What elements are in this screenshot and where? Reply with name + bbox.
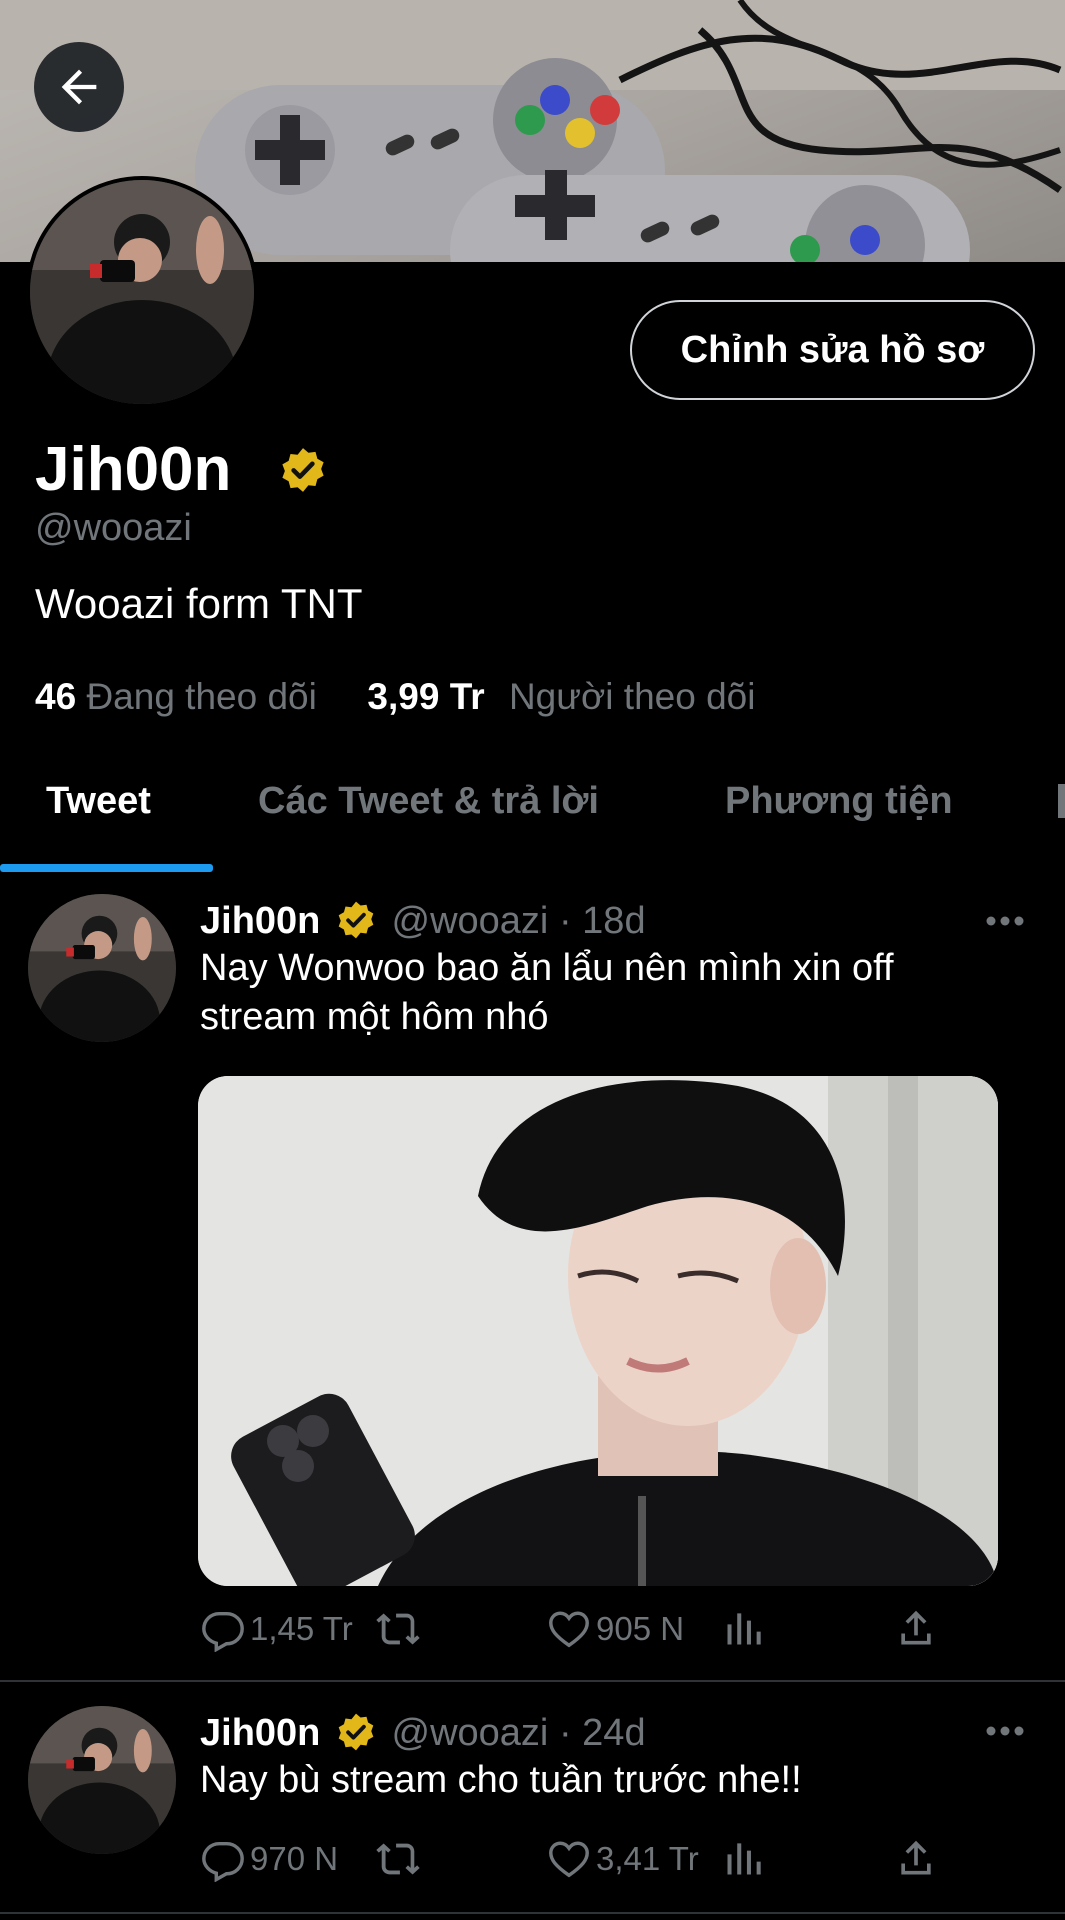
- active-tab-indicator: [0, 864, 213, 872]
- share-button[interactable]: [894, 1606, 942, 1650]
- following-count: 46: [35, 676, 77, 717]
- photo-image: [198, 1076, 998, 1586]
- tweet-handle: @wooazi: [391, 1712, 549, 1754]
- tweet-actions: 970 N 3,41 Tr: [0, 1836, 1065, 1892]
- reply-count: 1,45 Tr: [250, 1610, 353, 1647]
- tweet-separator: ·: [558, 900, 572, 942]
- tab-tweets-replies[interactable]: Các Tweet & trả lời: [258, 780, 599, 823]
- views-button[interactable]: [722, 1606, 770, 1650]
- more-options-icon[interactable]: [985, 1724, 1025, 1738]
- tweet-text: Nay Wonwoo bao ăn lẩu nên mình xin off s…: [200, 947, 894, 1038]
- profile-bio: Wooazi form TNT: [35, 580, 363, 627]
- tweet-divider: [0, 1912, 1065, 1914]
- reply-button[interactable]: 970 N: [200, 1836, 338, 1882]
- tweet-text: Nay bù stream cho tuần trước nhe!!: [200, 1759, 802, 1801]
- followers-count: 3,99 Tr: [367, 676, 485, 717]
- share-button[interactable]: [894, 1836, 942, 1880]
- verified-badge-icon: [282, 448, 324, 492]
- tab-tweets[interactable]: Tweet: [46, 780, 151, 823]
- verified-badge-icon: [338, 1713, 374, 1751]
- retweet-button[interactable]: [372, 1606, 428, 1652]
- like-button[interactable]: 905 N: [546, 1606, 684, 1652]
- profile-name: Jih00n: [35, 435, 232, 504]
- following-label: Đang theo dõi: [86, 676, 317, 717]
- tweet-header: Jih00n @wooazi · 24d: [200, 1710, 646, 1756]
- following-link[interactable]: 46 Đang theo dõi: [35, 676, 327, 717]
- retweet-button[interactable]: [372, 1836, 428, 1882]
- tweet-handle: @wooazi: [391, 900, 549, 942]
- reply-icon: [202, 1611, 244, 1652]
- tweet-separator: ·: [558, 1712, 572, 1754]
- reply-button[interactable]: 1,45 Tr: [200, 1606, 353, 1652]
- retweet-icon: [376, 1613, 420, 1645]
- reply-icon: [202, 1841, 244, 1882]
- tweet-item[interactable]: Jih00n @wooazi · 24d Nay bù stream cho t…: [0, 1682, 1065, 1918]
- followers-link[interactable]: 3,99 Tr Người theo dõi: [367, 676, 755, 717]
- reply-count: 970 N: [250, 1840, 339, 1877]
- edit-profile-button[interactable]: Chỉnh sửa hồ sơ: [630, 300, 1035, 400]
- tweet-avatar[interactable]: [28, 1706, 176, 1854]
- profile-handle: @wooazi: [35, 507, 192, 549]
- tweet-actions: 1,45 Tr 905 N: [0, 1606, 1065, 1662]
- back-button[interactable]: [34, 42, 124, 132]
- avatar-image: [28, 894, 176, 1042]
- heart-icon: [549, 1841, 589, 1878]
- analytics-icon: [727, 1843, 761, 1875]
- more-options-icon[interactable]: [985, 914, 1025, 928]
- analytics-icon: [727, 1613, 761, 1645]
- share-icon: [901, 1610, 931, 1645]
- verified-badge-icon: [338, 901, 374, 939]
- views-button[interactable]: [722, 1836, 770, 1880]
- tab-media[interactable]: Phương tiện: [725, 780, 953, 823]
- heart-icon: [549, 1611, 589, 1648]
- tab-overflow-edge: [1058, 784, 1065, 818]
- tweet-avatar[interactable]: [28, 894, 176, 1042]
- followers-label: Người theo dõi: [508, 676, 756, 717]
- arrow-left-icon: [61, 69, 97, 105]
- profile-avatar[interactable]: [26, 176, 258, 408]
- like-button[interactable]: 3,41 Tr: [546, 1836, 699, 1882]
- tweet-author-name[interactable]: Jih00n: [200, 1712, 320, 1754]
- avatar-image: [30, 180, 254, 404]
- tweet-time: 24d: [582, 1712, 646, 1754]
- tweet-author-name[interactable]: Jih00n: [200, 900, 320, 942]
- retweet-icon: [376, 1843, 420, 1875]
- tweet-header: Jih00n @wooazi · 18d: [200, 898, 646, 944]
- profile-tabs: Tweet Các Tweet & trả lời Phương tiện: [0, 752, 1065, 872]
- like-count: 905 N: [596, 1610, 685, 1647]
- share-icon: [901, 1840, 931, 1875]
- tweet-media-image[interactable]: [198, 1076, 998, 1586]
- like-count: 3,41 Tr: [596, 1840, 699, 1877]
- profile-stats: 46 Đang theo dõi 3,99 Tr Người theo dõi: [35, 676, 755, 718]
- avatar-image: [28, 1706, 176, 1854]
- tweet-time: 18d: [582, 900, 646, 942]
